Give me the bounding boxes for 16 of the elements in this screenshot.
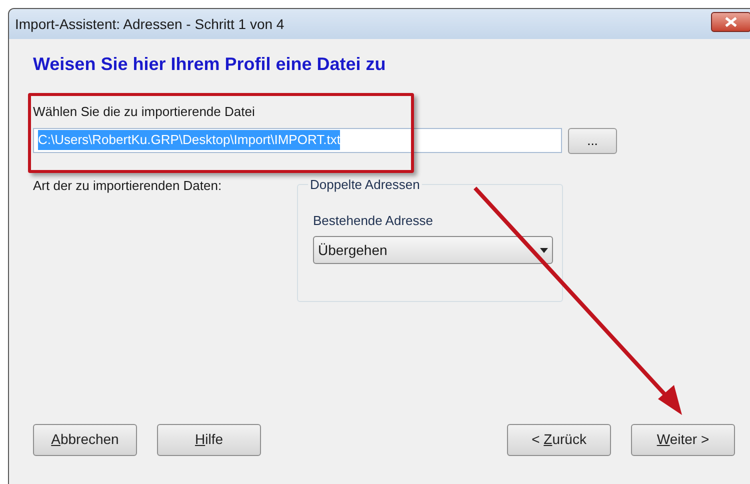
close-button[interactable]: [711, 12, 750, 32]
existing-address-label: Bestehende Adresse: [313, 212, 434, 230]
page-heading: Weisen Sie hier Ihrem Profil eine Datei zu: [33, 53, 387, 76]
dropdown[interactable]: Übergehen: [313, 236, 553, 264]
close-icon: [725, 17, 737, 27]
file-label: Wählen Sie die zu importierende Datei: [33, 103, 256, 121]
dialog-button[interactable]: < Zurück: [507, 424, 611, 456]
dialog-button[interactable]: Weiter >: [631, 424, 735, 456]
data-type-label: Art der zu importierenden Daten:: [33, 176, 223, 195]
caret-icon: [540, 248, 548, 252]
dropdown-value: Übergehen: [318, 240, 388, 260]
dialog-button[interactable]: Hilfe: [157, 424, 261, 456]
file-path-text: C:\Users\RobertKu.GRP\Desktop\Import\IMPORT.txt: [38, 130, 340, 150]
window-title: Import-Assistent: Adressen - Schritt 1 von 4: [15, 14, 284, 34]
browse-button[interactable]: ...: [568, 128, 617, 154]
dialog-button[interactable]: Abbrechen: [33, 424, 137, 456]
